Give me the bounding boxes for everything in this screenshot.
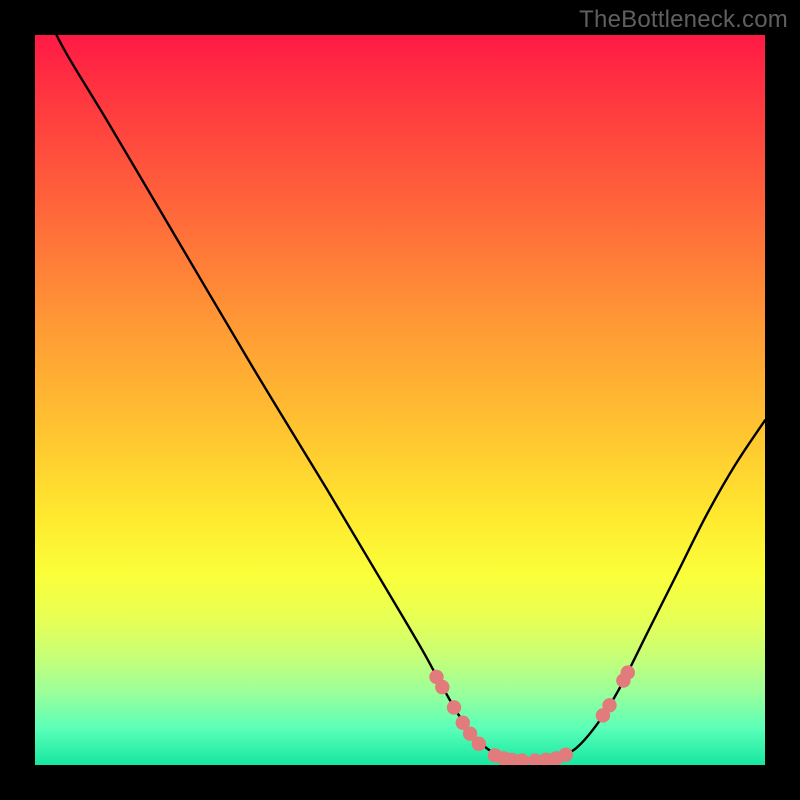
- plot-area: [35, 35, 765, 765]
- data-point: [621, 665, 635, 679]
- curve-overlay: [35, 35, 765, 765]
- data-point: [559, 748, 573, 762]
- data-point: [447, 700, 461, 714]
- data-point: [435, 680, 449, 694]
- data-point: [472, 737, 486, 751]
- data-point: [602, 698, 616, 712]
- watermark-text: TheBottleneck.com: [579, 6, 788, 34]
- bottleneck-curve: [35, 35, 765, 761]
- chart-container: TheBottleneck.com: [0, 0, 800, 800]
